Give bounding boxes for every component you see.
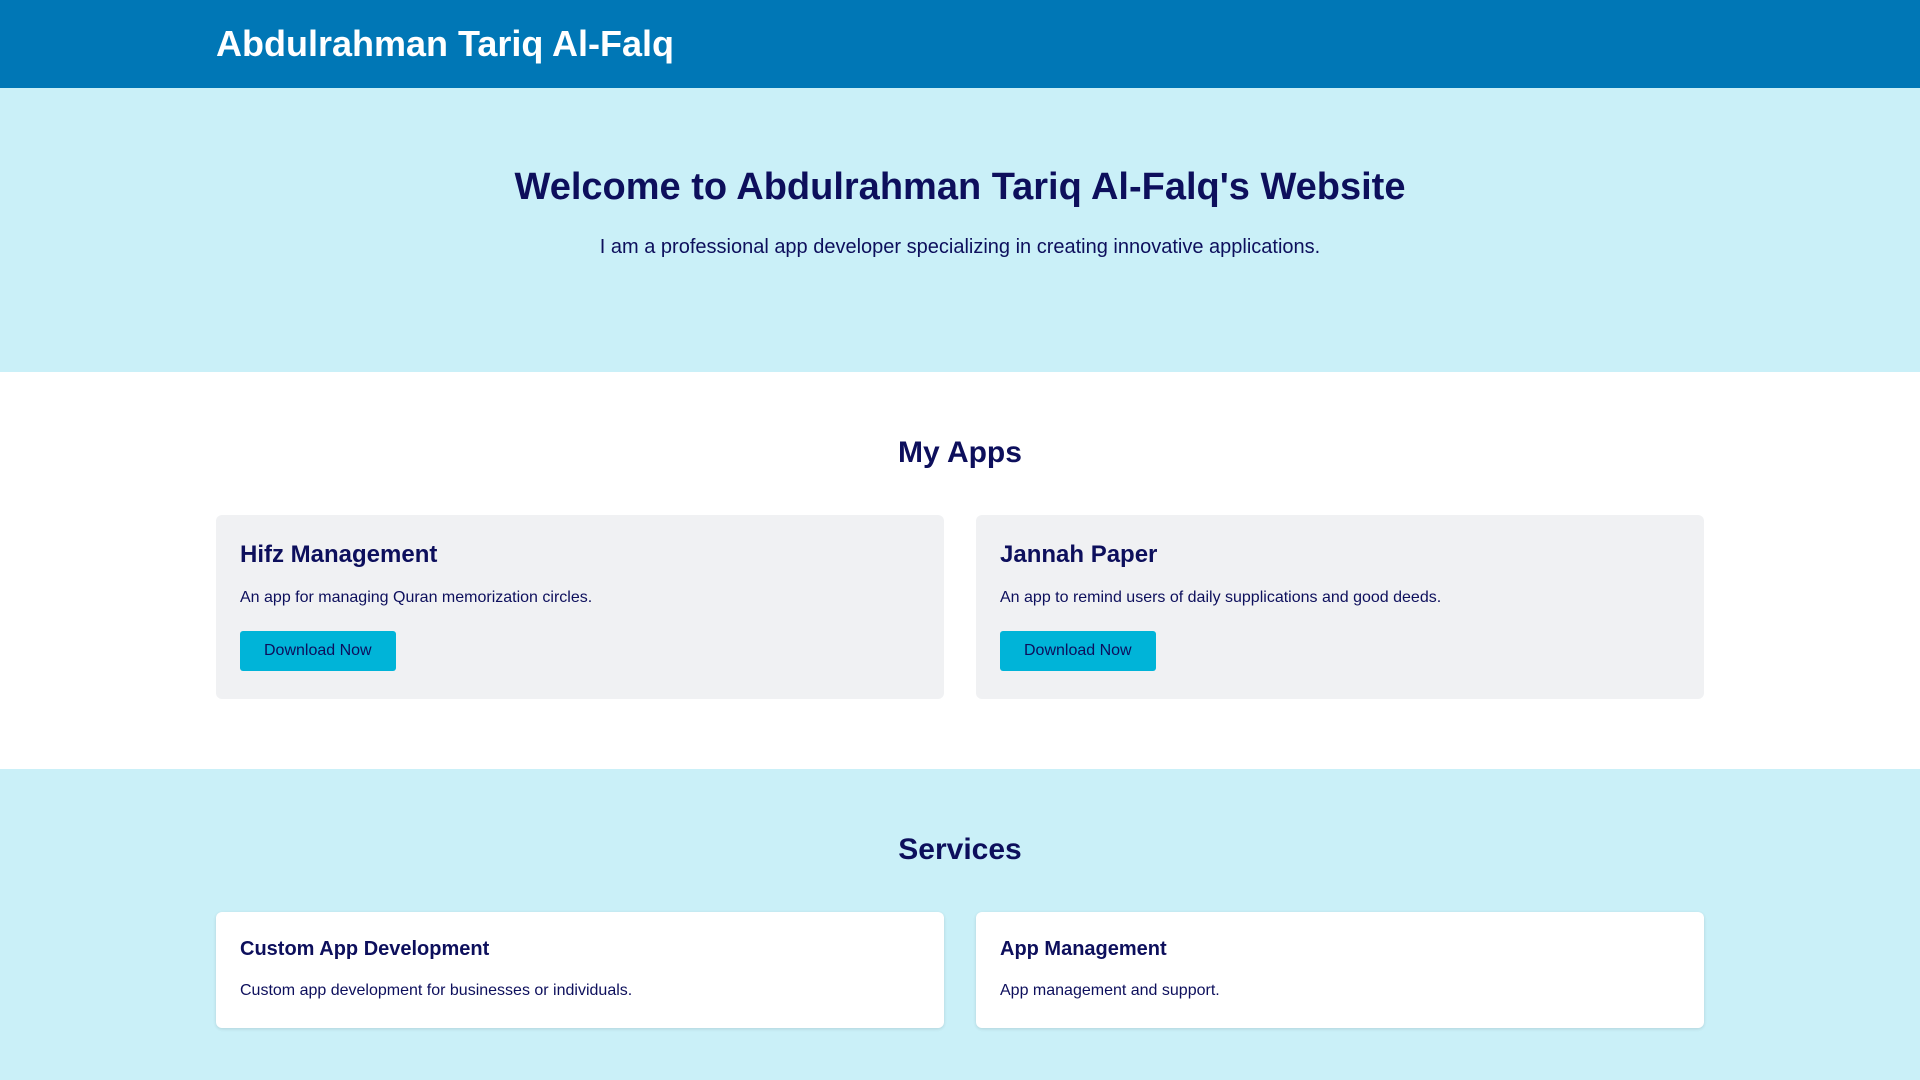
app-card-title: Hifz Management: [240, 541, 438, 568]
app-card-title: Jannah Paper: [1000, 541, 1158, 568]
app-card-description: An app for managing Quran memorization c…: [240, 589, 593, 606]
service-card-custom-app-development: Custom App Development Custom app develo…: [216, 912, 944, 1028]
service-card-title: Custom App Development: [240, 938, 490, 960]
hero-title: Welcome to Abdulrahman Tariq Al-Falq's W…: [514, 166, 1406, 208]
site-header: Abdulrahman Tariq Al-Falq: [0, 0, 1920, 88]
service-card-description: App management and support.: [1000, 982, 1220, 999]
service-card-title: App Management: [1000, 938, 1167, 960]
apps-card-row: Hifz Management An app for managing Qura…: [216, 515, 1704, 699]
service-card-app-management: App Management App management and suppor…: [976, 912, 1704, 1028]
site-title: Abdulrahman Tariq Al-Falq: [216, 23, 675, 64]
header-container: Abdulrahman Tariq Al-Falq: [216, 23, 1704, 65]
hero-section: Welcome to Abdulrahman Tariq Al-Falq's W…: [0, 88, 1920, 372]
apps-section-title: My Apps: [898, 436, 1022, 469]
app-card-jannah-paper: Jannah Paper An app to remind users of d…: [976, 515, 1704, 699]
download-hifz-management-button[interactable]: Download Now: [240, 631, 396, 671]
services-section: Services Custom App Development Custom a…: [0, 769, 1920, 1080]
services-container: Services Custom App Development Custom a…: [216, 833, 1704, 1028]
apps-container: My Apps Hifz Management An app for manag…: [216, 436, 1704, 699]
hero-subtitle: I am a professional app developer specia…: [599, 236, 1321, 258]
app-card-description: An app to remind users of daily supplica…: [1000, 589, 1442, 606]
apps-section: My Apps Hifz Management An app for manag…: [0, 372, 1920, 769]
download-jannah-paper-button[interactable]: Download Now: [1000, 631, 1156, 671]
service-card-description: Custom app development for businesses or…: [240, 982, 633, 999]
services-card-row: Custom App Development Custom app develo…: [216, 912, 1704, 1028]
services-section-title: Services: [898, 833, 1022, 866]
app-card-hifz-management: Hifz Management An app for managing Qura…: [216, 515, 944, 699]
